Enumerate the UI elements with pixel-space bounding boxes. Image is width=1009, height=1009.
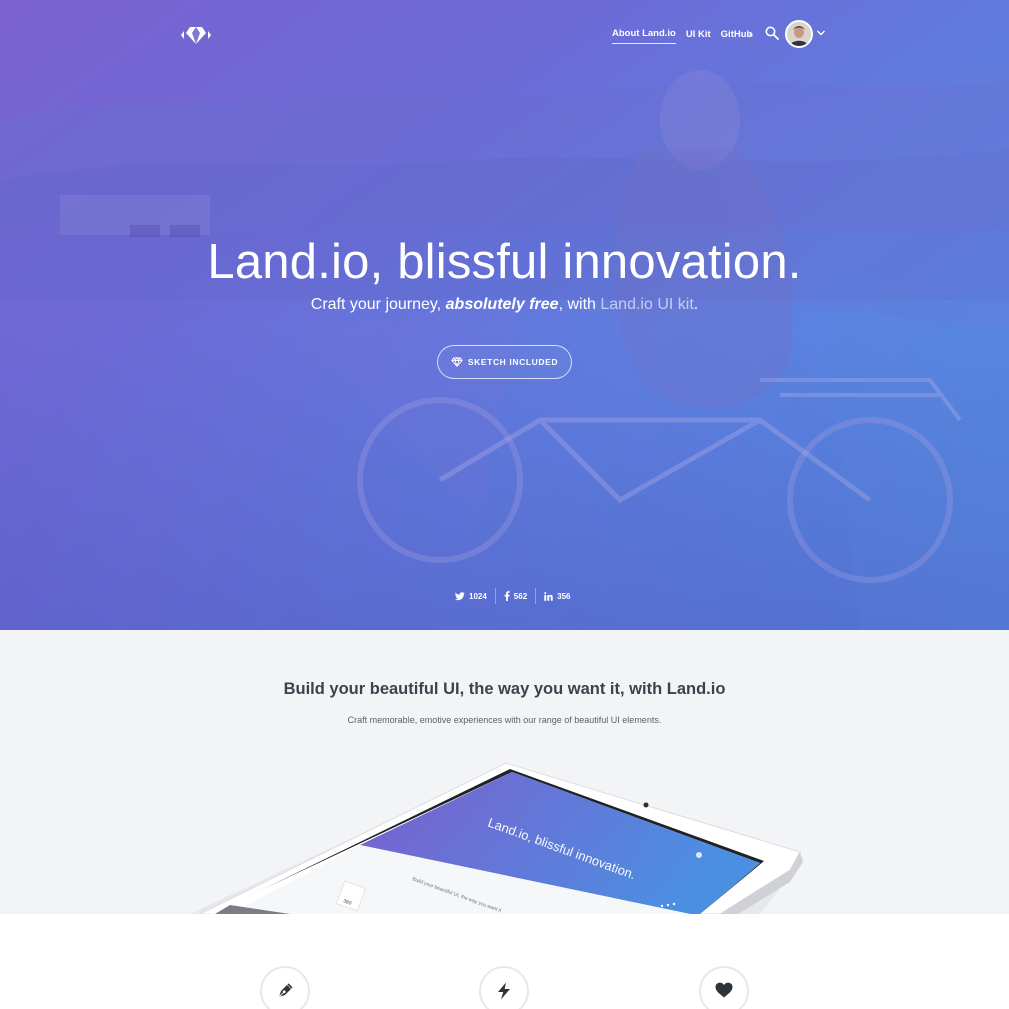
avatar-portrait <box>787 22 811 46</box>
user-avatar[interactable] <box>785 20 813 48</box>
nav-separator-dot <box>749 33 753 37</box>
facebook-share[interactable]: 562 <box>496 591 535 601</box>
intro-section: Build your beautiful UI, the way you wan… <box>0 630 1009 914</box>
facebook-icon <box>504 591 510 601</box>
diamond-icon <box>451 357 463 367</box>
heart-icon <box>715 982 733 998</box>
hero-subtitle-faded: Land.io UI kit <box>600 296 694 313</box>
chevron-down-icon[interactable] <box>816 29 826 37</box>
pen-nib-icon <box>278 983 293 998</box>
nav-link-github[interactable]: GitHub <box>721 29 753 44</box>
main-nav: About Land.io UI Kit GitHub <box>612 28 752 44</box>
hero-subtitle-mid: , with <box>558 296 601 313</box>
hero-title: Land.io, blissful innovation. <box>207 235 802 289</box>
feature-speed-badge <box>479 966 529 1009</box>
features-section <box>0 914 1009 1009</box>
twitter-count: 1024 <box>469 591 487 601</box>
landio-logo-icon[interactable] <box>181 24 211 46</box>
hero-background-photo <box>0 60 1009 630</box>
lightning-icon <box>498 982 510 1000</box>
linkedin-count: 356 <box>557 591 571 601</box>
twitter-icon <box>455 591 465 600</box>
hero-section: About Land.io UI Kit GitHub Land.io, bli… <box>0 0 1009 630</box>
social-counts: 1024 562 356 <box>447 588 579 604</box>
nav-link-ui-kit[interactable]: UI Kit <box>686 29 711 44</box>
hero-subtitle-end: . <box>693 296 699 313</box>
feature-love-badge <box>699 966 749 1009</box>
hero-subtitle-emphasis: absolutely free <box>445 296 559 313</box>
linkedin-icon <box>544 591 553 601</box>
search-icon[interactable] <box>765 26 779 40</box>
hero-subtitle-pre: Craft your journey, <box>310 296 446 313</box>
hero-subtitle: Craft your journey, absolutely free, wit… <box>0 296 1009 314</box>
twitter-share[interactable]: 1024 <box>447 592 495 601</box>
sketch-included-label: SKETCH INCLUDED <box>467 357 559 367</box>
facebook-count: 562 <box>513 591 528 601</box>
linkedin-share[interactable]: 356 <box>536 592 578 601</box>
nav-link-about[interactable]: About Land.io <box>612 28 676 44</box>
tablet-mockup-image: Land.io, blissful innovation. Build your… <box>190 762 804 914</box>
sketch-included-button[interactable]: SKETCH INCLUDED <box>437 345 572 379</box>
feature-design-badge <box>260 966 310 1009</box>
